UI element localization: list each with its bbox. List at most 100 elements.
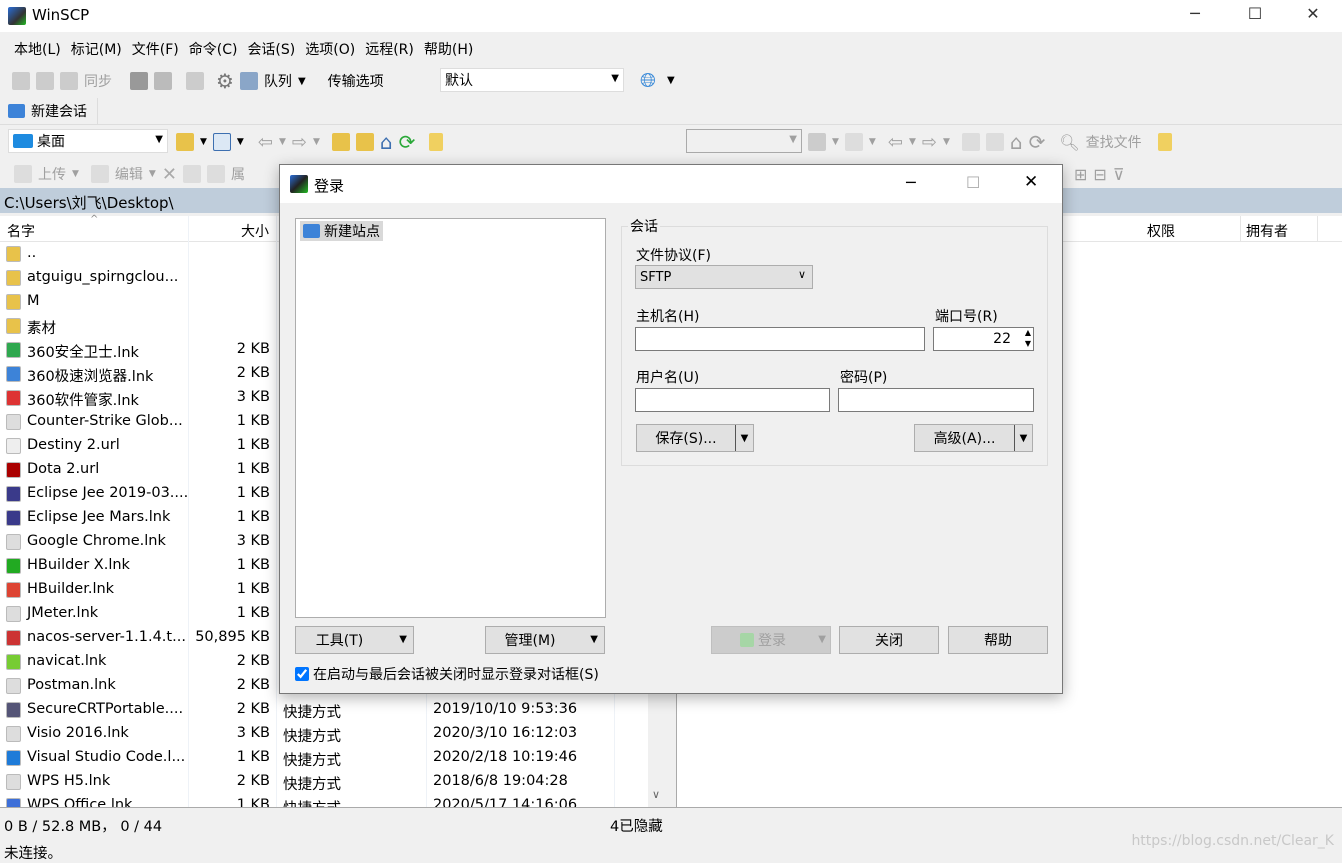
file-row[interactable]: WPS H5.lnk 2 KB 快捷方式 2018/6/8 19:04:28 xyxy=(0,770,648,794)
file-type: 快捷方式 xyxy=(283,729,341,745)
menu-item[interactable]: 本地(L) xyxy=(14,39,61,59)
spin-down-icon[interactable]: ▼ xyxy=(1025,339,1031,348)
back-icon[interactable]: ⇦ xyxy=(258,132,273,153)
column-divider xyxy=(1317,216,1318,242)
plus-icon[interactable]: ⊞ xyxy=(1074,165,1087,184)
parent-folder-icon[interactable] xyxy=(961,133,980,151)
column-name[interactable]: 名字 xyxy=(7,221,35,241)
transfer-settings-select[interactable]: 默认 ▼ xyxy=(440,68,624,92)
forward-icon[interactable]: ⇨ xyxy=(292,132,307,153)
refresh-icon[interactable]: ⟳ xyxy=(399,130,416,154)
dialog-title: 登录 xyxy=(314,177,345,195)
column-size[interactable]: 大小 xyxy=(241,221,269,241)
filter-icon[interactable] xyxy=(844,133,863,151)
minimize-button[interactable]: ─ xyxy=(906,173,916,192)
terminal-icon[interactable] xyxy=(130,72,148,90)
open-folder-icon[interactable] xyxy=(176,133,194,151)
column-owner[interactable]: 拥有者 xyxy=(1246,221,1288,241)
menu-item[interactable]: 文件(F) xyxy=(132,39,179,59)
globe-icon[interactable]: 🌐︎ xyxy=(640,68,656,92)
chevron-down-icon[interactable]: ▼ xyxy=(667,75,675,86)
show-on-start-checkbox[interactable]: 在启动与最后会话被关闭时显示登录对话框(S) xyxy=(295,664,599,684)
tools-button[interactable]: 工具(T) ▼ xyxy=(295,626,414,654)
queue-button[interactable]: 队列 xyxy=(264,71,292,91)
minus-icon[interactable]: ⊟ xyxy=(1093,165,1106,184)
chevron-down-icon[interactable]: ▼ xyxy=(298,76,306,87)
keep-remote-icon[interactable] xyxy=(186,72,204,90)
sync-button[interactable]: 同步 xyxy=(84,71,112,91)
queue-icon[interactable] xyxy=(239,72,258,90)
gear-icon[interactable]: ⚙ xyxy=(216,69,234,93)
file-row[interactable]: Visual Studio Code.l... 1 KB 快捷方式 2020/2… xyxy=(0,746,648,770)
host-input[interactable] xyxy=(635,327,925,351)
upload-icon[interactable] xyxy=(14,165,32,183)
username-input[interactable] xyxy=(635,388,830,412)
root-folder-icon[interactable] xyxy=(355,133,374,151)
menu-item[interactable]: 会话(S) xyxy=(247,39,295,59)
synchronize-browse-icon[interactable] xyxy=(36,72,54,90)
menu-item[interactable]: 命令(C) xyxy=(189,39,238,59)
edit-icon[interactable] xyxy=(90,165,109,183)
refresh-icon[interactable]: ⟳ xyxy=(1029,130,1046,154)
file-row[interactable]: SecureCRTPortable.... 2 KB 快捷方式 2019/10/… xyxy=(0,698,648,722)
advanced-label: 高级(A)... xyxy=(933,431,996,447)
tab-new-session[interactable]: 新建会话 xyxy=(0,98,98,124)
tree-icon[interactable] xyxy=(429,133,444,151)
properties-button[interactable]: 属 xyxy=(231,164,245,184)
rename-icon[interactable] xyxy=(182,165,201,183)
maximize-button[interactable]: ☐ xyxy=(1232,4,1278,28)
maximize-button[interactable]: ☐ xyxy=(966,173,980,192)
file-row[interactable]: Visio 2016.lnk 3 KB 快捷方式 2020/3/10 16:12… xyxy=(0,722,648,746)
spin-up-icon[interactable]: ▲ xyxy=(1025,328,1031,337)
chevron-down-icon[interactable]: ▼ xyxy=(735,425,753,451)
menu-item[interactable]: 标记(M) xyxy=(71,39,122,59)
menu-item[interactable]: 远程(R) xyxy=(365,39,414,59)
file-icon xyxy=(6,294,21,310)
manage-button[interactable]: 管理(M) ▼ xyxy=(485,626,605,654)
upload-button[interactable]: 上传 xyxy=(38,164,66,184)
port-label: 端口号(R) xyxy=(935,309,998,325)
home-icon[interactable]: ⌂ xyxy=(1010,130,1023,154)
chevron-down-icon[interactable]: ▼ xyxy=(1014,425,1032,451)
remote-location-select[interactable]: ▼ xyxy=(686,129,802,153)
back-icon[interactable]: ⇦ xyxy=(888,132,903,153)
compare-icon[interactable] xyxy=(12,72,30,90)
save-button[interactable]: 保存(S)... ▼ xyxy=(636,424,754,452)
port-stepper[interactable]: 22 ▲ ▼ xyxy=(933,327,1034,351)
local-file-toolbar: 上传 ▼ 编辑 ▼ ✕ 属 xyxy=(14,162,245,186)
properties-icon[interactable] xyxy=(206,165,225,183)
local-location-select[interactable]: 桌面 ▼ xyxy=(8,129,168,153)
open-folder-icon[interactable] xyxy=(808,133,826,151)
filter-icon[interactable] xyxy=(212,133,231,151)
protocol-select[interactable]: SFTP ∨ xyxy=(635,265,813,289)
edit-button[interactable]: 编辑 xyxy=(115,164,143,184)
find-files-button[interactable]: 查找文件 xyxy=(1086,132,1142,152)
select-icon[interactable]: ⊽ xyxy=(1113,165,1125,184)
file-name: 360极速浏览器.lnk xyxy=(27,369,154,385)
column-permissions[interactable]: 权限 xyxy=(1147,221,1175,241)
help-button[interactable]: 帮助 xyxy=(948,626,1048,654)
find-icon[interactable]: 🔍︎ xyxy=(1059,133,1079,152)
root-folder-icon[interactable] xyxy=(985,133,1004,151)
minimize-button[interactable]: ─ xyxy=(1172,4,1218,28)
close-button[interactable]: ✕ xyxy=(1024,172,1038,192)
forward-icon[interactable]: ⇨ xyxy=(922,132,937,153)
home-icon[interactable]: ⌂ xyxy=(380,130,393,154)
putty-icon[interactable] xyxy=(154,72,172,90)
password-label: 密码(P) xyxy=(840,370,888,386)
advanced-button[interactable]: 高级(A)... ▼ xyxy=(914,424,1033,452)
password-input[interactable] xyxy=(838,388,1034,412)
tree-icon[interactable] xyxy=(1157,133,1172,151)
file-size: 3 KB xyxy=(236,725,270,741)
synchronize-icon[interactable] xyxy=(60,72,78,90)
parent-folder-icon[interactable] xyxy=(331,133,350,151)
checkbox[interactable] xyxy=(295,667,309,681)
file-row[interactable]: WPS Office.lnk 1 KB 快捷方式 2020/5/17 14:16… xyxy=(0,794,648,807)
site-item-new[interactable]: 新建站点 xyxy=(300,221,383,241)
close-dialog-button[interactable]: 关闭 xyxy=(839,626,939,654)
menu-item[interactable]: 选项(O) xyxy=(305,39,355,59)
close-button[interactable]: ✕ xyxy=(1290,4,1336,28)
menu-item[interactable]: 帮助(H) xyxy=(424,39,473,59)
delete-icon[interactable]: ✕ xyxy=(162,164,177,185)
login-button[interactable]: 登录 ▼ xyxy=(711,626,831,654)
